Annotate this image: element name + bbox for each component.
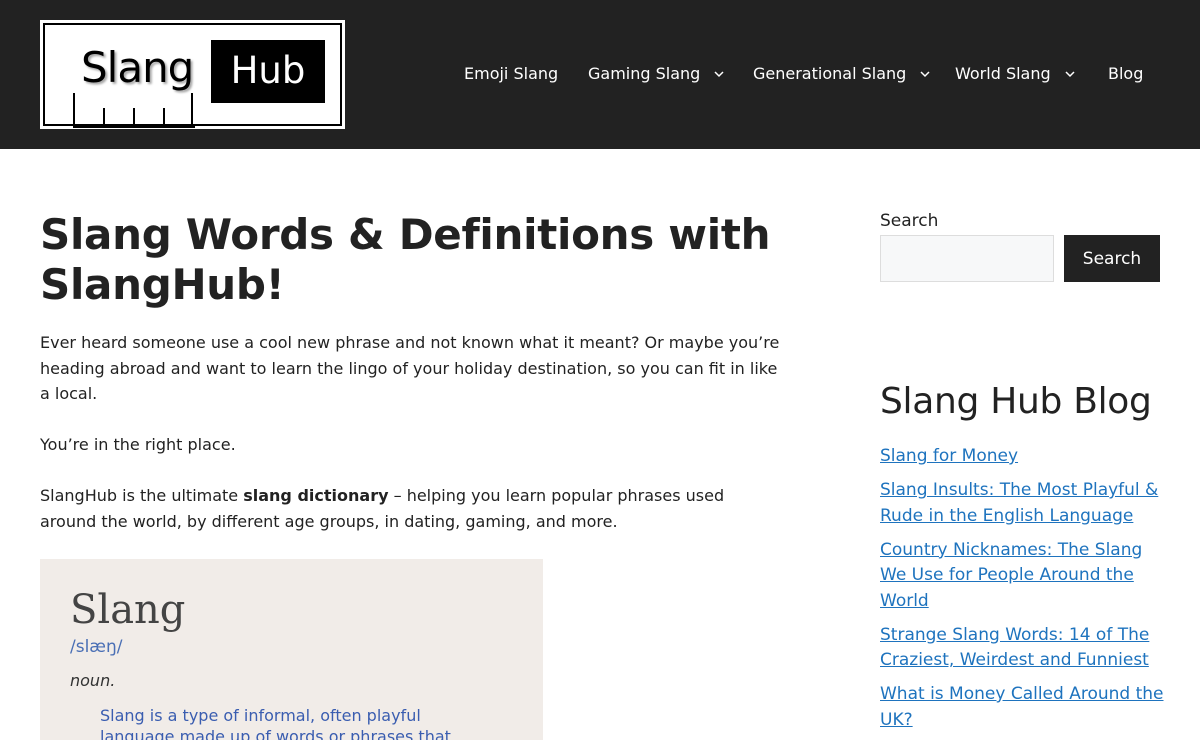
list-item: Slang Insults: The Most Playful & Rude i… bbox=[880, 478, 1170, 529]
nav-item-label: Blog bbox=[1108, 64, 1144, 83]
chevron-down-icon bbox=[920, 70, 930, 77]
definition-text: Slang is a type of informal, often playf… bbox=[100, 706, 451, 740]
nav-item-blog[interactable]: Blog bbox=[1108, 64, 1143, 83]
logo-ruler-tick bbox=[103, 108, 105, 128]
blog-link-list: Slang for Money Slang Insults: The Most … bbox=[880, 444, 1170, 740]
blog-link[interactable]: Country Nicknames: The Slang We Use for … bbox=[880, 540, 1142, 611]
nav-item-label: World Slang bbox=[955, 64, 1051, 83]
site-logo[interactable]: Slang Hub bbox=[40, 20, 345, 129]
chevron-down-icon bbox=[714, 70, 724, 77]
intro-paragraph-2: You’re in the right place. bbox=[40, 435, 236, 454]
logo-frame: Slang Hub bbox=[43, 23, 342, 128]
page-title: Slang Words & Definitions with SlangHub! bbox=[40, 210, 771, 309]
nav-item-generational-slang[interactable]: Generational Slang bbox=[753, 64, 930, 83]
logo-ruler-tick bbox=[163, 108, 165, 128]
list-item: What is Money Called Around the UK? bbox=[880, 682, 1170, 733]
definition-word: Slang bbox=[70, 587, 186, 633]
list-item: Strange Slang Words: 14 of The Craziest,… bbox=[880, 623, 1170, 674]
logo-ruler-tick bbox=[191, 93, 193, 128]
definition-card: Slang /slæŋ/ noun. Slang is a type of in… bbox=[40, 559, 543, 740]
nav-item-emoji-slang[interactable]: Emoji Slang bbox=[464, 64, 558, 83]
site-header: Slang Hub Emoji Slang Gaming Slang Gener… bbox=[0, 0, 1200, 149]
nav-item-label: Generational Slang bbox=[753, 64, 907, 83]
search-input[interactable] bbox=[880, 235, 1054, 282]
list-item: Slang for Money bbox=[880, 444, 1170, 470]
definition-phonetic: /slæŋ/ bbox=[70, 637, 123, 657]
logo-hub-box: Hub bbox=[211, 40, 325, 103]
blog-link[interactable]: What is Money Called Around the UK? bbox=[880, 684, 1164, 730]
paragraph-text: SlangHub is the ultimate bbox=[40, 486, 244, 505]
blog-link[interactable]: Slang Insults: The Most Playful & Rude i… bbox=[880, 480, 1158, 526]
logo-ruler-tick bbox=[133, 108, 135, 128]
bold-text: slang dictionary bbox=[243, 486, 389, 505]
blog-heading: Slang Hub Blog bbox=[880, 381, 1152, 422]
definition-part-of-speech: noun. bbox=[70, 671, 116, 690]
chevron-down-icon bbox=[1065, 70, 1075, 77]
nav-item-gaming-slang[interactable]: Gaming Slang bbox=[588, 64, 724, 83]
search-button[interactable]: Search bbox=[1064, 235, 1160, 282]
nav-item-world-slang[interactable]: World Slang bbox=[955, 64, 1075, 83]
intro-paragraph: Ever heard someone use a cool new phrase… bbox=[40, 333, 780, 403]
blog-link[interactable]: Slang for Money bbox=[880, 446, 1018, 466]
blog-link[interactable]: Strange Slang Words: 14 of The Craziest,… bbox=[880, 625, 1149, 671]
nav-item-label: Emoji Slang bbox=[464, 64, 559, 83]
intro-paragraph-3: SlangHub is the ultimate slang dictionar… bbox=[40, 483, 780, 534]
logo-word-hub: Hub bbox=[230, 49, 306, 92]
logo-word-slang: Slang bbox=[81, 43, 194, 92]
list-item: Country Nicknames: The Slang We Use for … bbox=[880, 538, 1170, 615]
logo-ruler-tick bbox=[73, 93, 75, 128]
search-label: Search bbox=[880, 211, 939, 231]
nav-item-label: Gaming Slang bbox=[588, 64, 701, 83]
